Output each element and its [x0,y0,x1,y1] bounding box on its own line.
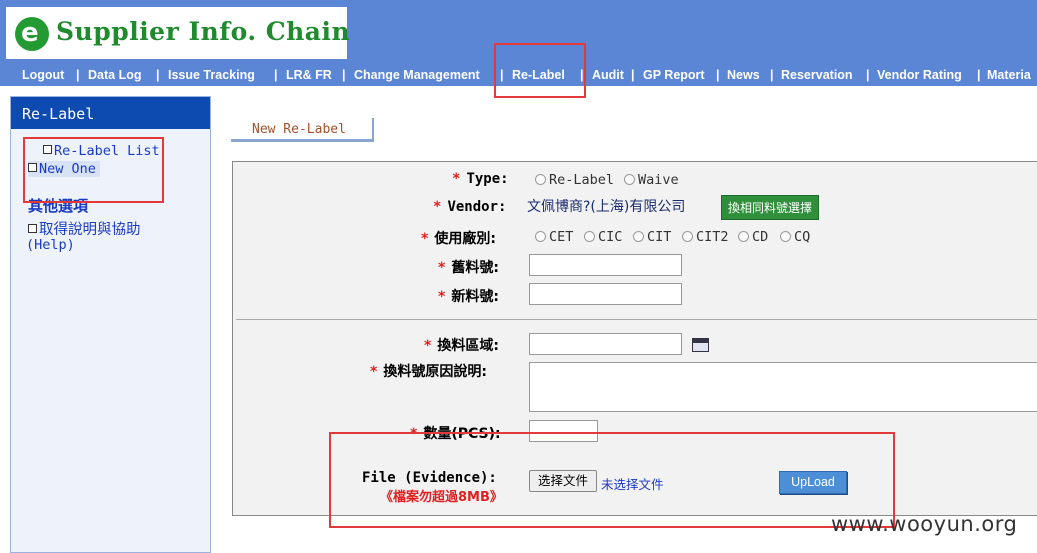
plant-option-cd[interactable]: CD [738,229,768,245]
logo-text: Supplier Info. Chain [56,17,351,46]
nav-separator: | [866,68,870,82]
type-label: * Type: [452,171,509,187]
radio-icon[interactable] [535,231,546,242]
radio-icon[interactable] [624,174,635,185]
nav-issue-tracking[interactable]: Issue Tracking [168,68,255,82]
plant-option-cic[interactable]: CIC [584,229,622,245]
reason-label: * 換料號原因說明: [370,364,487,380]
radio-icon[interactable] [682,231,693,242]
plant-option-cit[interactable]: CIT [633,229,671,245]
nav-separator: | [631,68,635,82]
nav-separator: | [76,68,80,82]
vendor-value: 文佩博商?(上海)有限公司 [527,199,686,215]
sidebar-help-suffix[interactable]: (Help) [26,237,75,253]
calendar-icon[interactable] [692,338,709,352]
new-part-label: * 新料號: [438,289,499,305]
plant-option-cq[interactable]: CQ [780,229,810,245]
radio-icon[interactable] [738,231,749,242]
form-divider [236,319,1037,320]
radio-icon[interactable] [780,231,791,242]
nav-separator: | [342,68,346,82]
tab-new-re-label[interactable]: New Re-Label [231,118,374,142]
nav-news[interactable]: News [727,68,760,82]
old-part-input[interactable] [529,254,682,276]
sidebar-title: Re-Label [11,97,210,129]
old-part-label: * 舊料號: [438,260,499,276]
plant-label: * 使用廠別: [421,231,496,247]
type-option-waive[interactable]: Waive [624,172,679,188]
vendor-label: * Vendor: [433,199,507,215]
area-label: * 換料區域: [424,338,499,354]
nav-separator: | [716,68,720,82]
type-option-re-label[interactable]: Re-Label [535,172,614,188]
nav-audit[interactable]: Audit [592,68,624,82]
nav-reservation[interactable]: Reservation [781,68,853,82]
radio-icon[interactable] [535,174,546,185]
nav-data-log[interactable]: Data Log [88,68,141,82]
nav-separator: | [977,68,981,82]
highlight-box-upload [329,432,895,528]
expand-box-icon [28,224,37,233]
logo-mark-icon: e [15,17,49,51]
radio-icon[interactable] [633,231,644,242]
area-input[interactable] [529,333,682,355]
reason-textarea[interactable] [529,362,1037,412]
vendor-select-button[interactable]: 換相同料號選擇 [721,195,820,220]
nav-logout[interactable]: Logout [22,68,64,82]
nav-change-management[interactable]: Change Management [354,68,480,82]
plant-option-cit2[interactable]: CIT2 [682,229,729,245]
nav-lr-fr[interactable]: LR& FR [286,68,332,82]
sidebar-item-help[interactable]: 取得說明與協助 [28,218,141,239]
nav-vendor-rating[interactable]: Vendor Rating [877,68,962,82]
plant-option-cet[interactable]: CET [535,229,573,245]
radio-icon[interactable] [584,231,595,242]
nav-gp-report[interactable]: GP Report [643,68,705,82]
nav-separator: | [770,68,774,82]
new-part-input[interactable] [529,283,682,305]
nav-separator: | [274,68,278,82]
nav-separator: | [156,68,160,82]
watermark: www.wooyun.org [831,512,1018,536]
highlight-box-re-label-nav [494,43,586,98]
highlight-box-new-one [23,137,164,203]
logo: e Supplier Info. Chain [6,7,351,59]
nav-materia[interactable]: Materia [987,68,1031,82]
